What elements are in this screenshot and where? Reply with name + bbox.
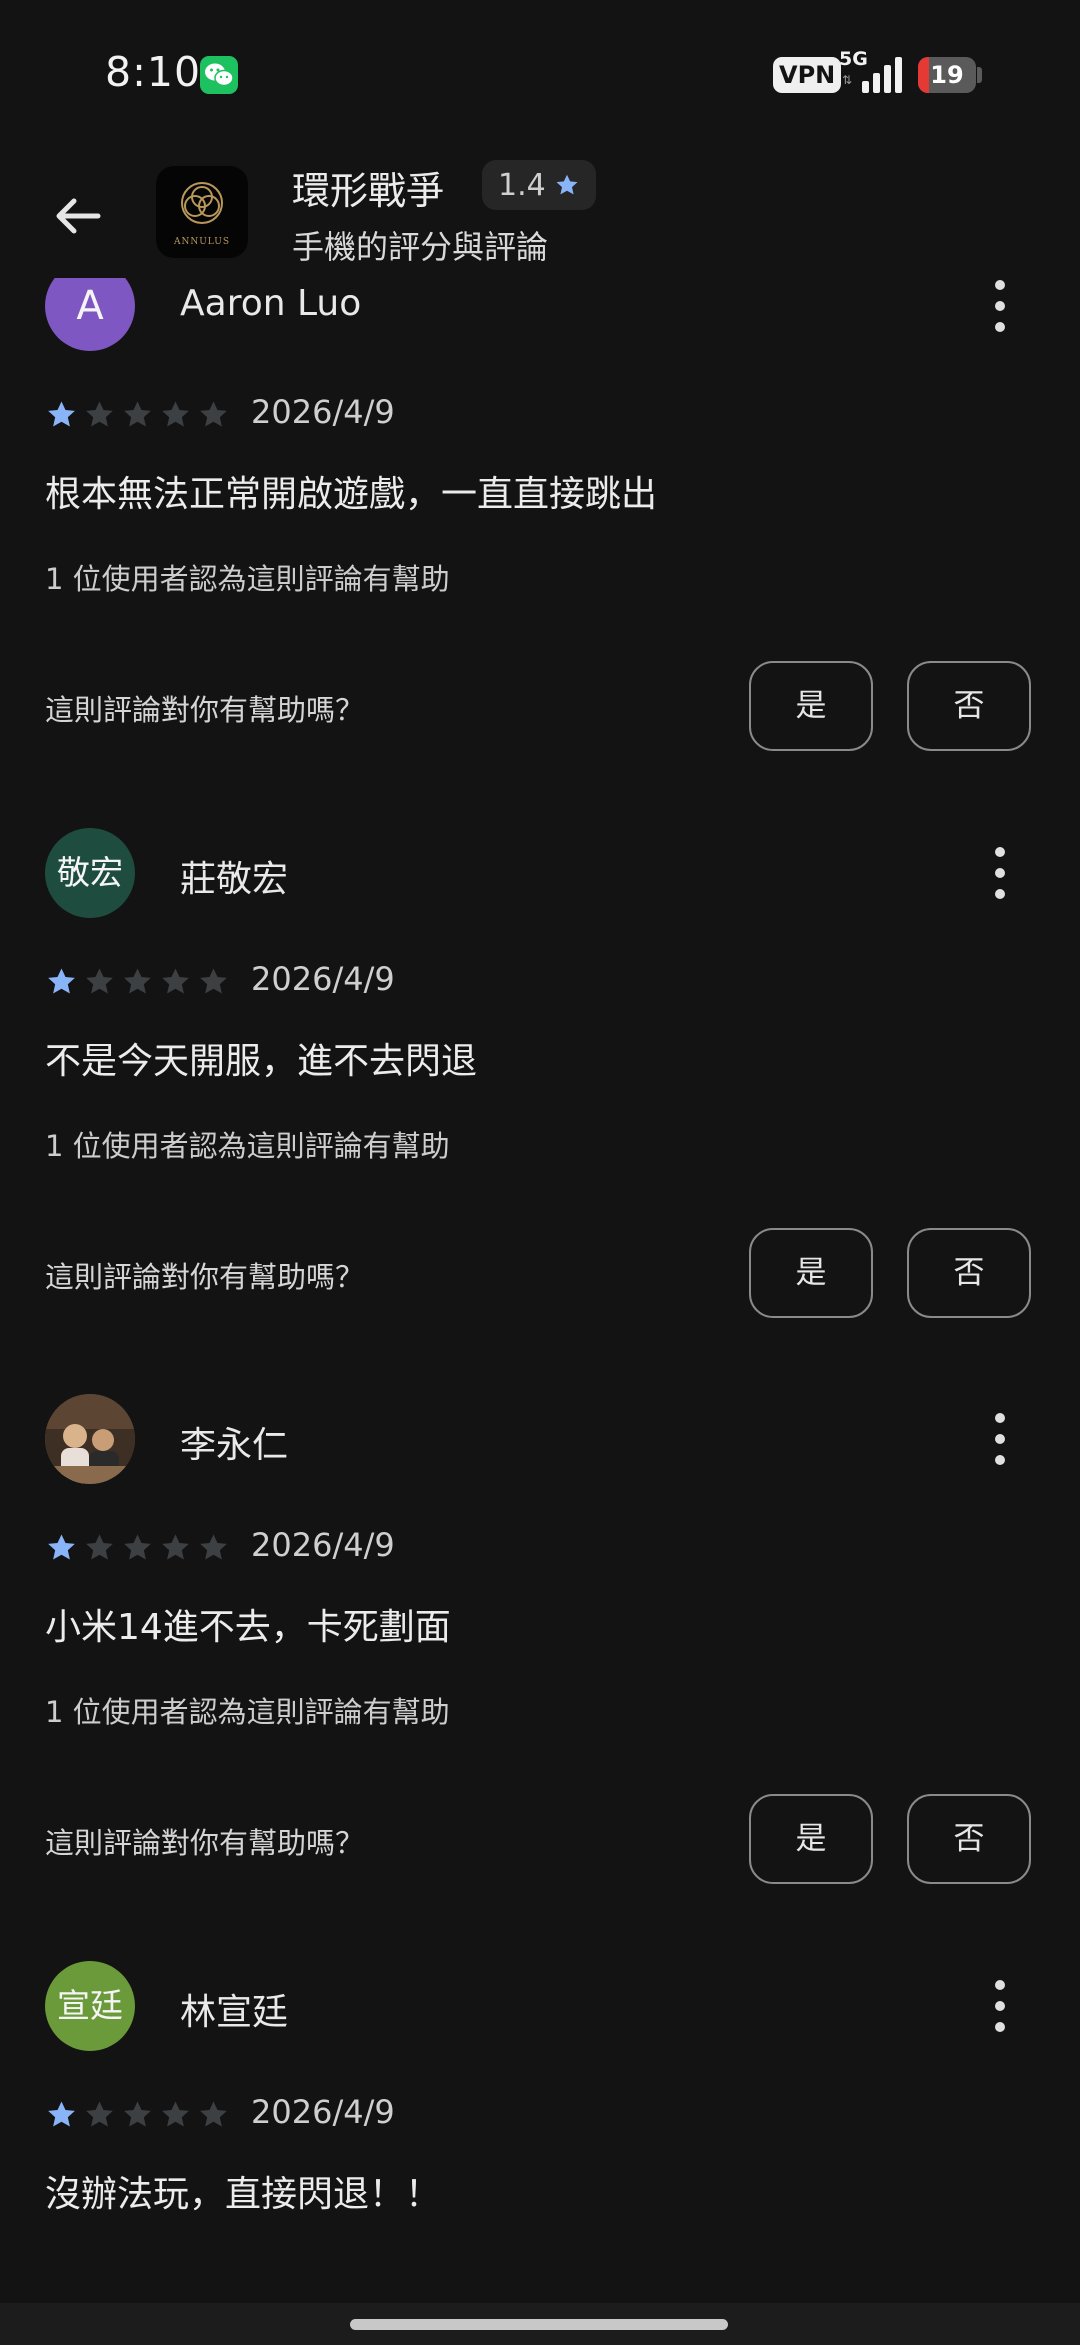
avatar: 敬宏 [45, 828, 135, 918]
avatar [45, 1394, 135, 1484]
home-gesture-handle[interactable] [350, 2319, 728, 2330]
star-rating [45, 398, 230, 431]
star-rating [45, 2098, 230, 2131]
helpful-no-button[interactable]: 否 [907, 1794, 1031, 1884]
app-header: ANNULUS 環形戰爭 1.4 手機的評分與評論 [0, 150, 1080, 278]
navigation-bar [0, 2303, 1080, 2345]
star-empty-icon [200, 968, 227, 994]
star-empty-icon [124, 401, 151, 427]
helpful-question: 這則評論對你有幫助嗎？ [45, 1260, 365, 1294]
star-empty-icon [162, 1534, 189, 1560]
star-empty-icon [162, 2101, 189, 2127]
star-empty-icon [124, 968, 151, 994]
helpful-no-button[interactable]: 否 [907, 1228, 1031, 1318]
star-rating [45, 965, 230, 998]
more-options-icon[interactable] [988, 843, 1012, 903]
app-icon: ANNULUS [156, 166, 248, 258]
author-name: Aaron Luo [180, 283, 362, 324]
review-text: 小米14進不去，卡死劃面 [45, 1607, 451, 1648]
status-bar: 8:10 VPN 5G ⇅ 19 [0, 0, 1080, 150]
helpful-count: 1 位使用者認為這則評論有幫助 [45, 562, 450, 596]
author-name: 林宣廷 [180, 1992, 289, 2033]
battery-tip [977, 67, 982, 83]
star-empty-icon [162, 968, 189, 994]
helpful-count: 1 位使用者認為這則評論有幫助 [45, 1129, 450, 1163]
app-icon-text: ANNULUS [173, 237, 230, 247]
review-text: 不是今天開服，進不去閃退 [45, 1041, 478, 1082]
star-empty-icon [162, 401, 189, 427]
star-empty-icon [86, 401, 113, 427]
review-text: 根本無法正常開啟遊戲，一直直接跳出 [45, 474, 658, 515]
author-name: 李永仁 [180, 1425, 289, 1466]
star-filled-icon [48, 401, 75, 427]
data-activity-icon: ⇅ [842, 73, 853, 87]
vpn-badge: VPN [773, 57, 842, 93]
star-rating [45, 1531, 230, 1564]
helpful-question: 這則評論對你有幫助嗎？ [45, 1826, 365, 1860]
wechat-icon [200, 56, 238, 94]
star-filled-icon [48, 968, 75, 994]
star-filled-icon [48, 1534, 75, 1560]
author-name: 莊敬宏 [180, 859, 289, 900]
battery-level: 19 [930, 61, 964, 89]
review-text: 沒辦法玩，直接閃退！！ [45, 2174, 442, 2215]
star-empty-icon [200, 401, 227, 427]
back-arrow-icon[interactable] [48, 186, 108, 246]
helpful-question: 這則評論對你有幫助嗎？ [45, 693, 365, 727]
star-icon [556, 174, 578, 195]
app-name: 環形戰爭 [292, 169, 445, 213]
helpful-yes-button[interactable]: 是 [749, 1794, 873, 1884]
helpful-count: 1 位使用者認為這則評論有幫助 [45, 1695, 450, 1729]
star-empty-icon [86, 2101, 113, 2127]
star-empty-icon [124, 2101, 151, 2127]
helpful-yes-button[interactable]: 是 [749, 661, 873, 751]
screen: A Aaron Luo 2026/4/9 根本無法正常開啟遊戲，一直直接跳出 1 位使… [0, 0, 1080, 2345]
star-filled-icon [48, 2101, 75, 2127]
star-empty-icon [200, 2101, 227, 2127]
header-subtitle: 手機的評分與評論 [292, 228, 549, 266]
more-options-icon[interactable] [988, 1976, 1012, 2036]
battery-icon: 19 [918, 57, 976, 93]
star-empty-icon [124, 1534, 151, 1560]
rating-value: 1.4 [498, 167, 546, 203]
status-time: 8:10 [105, 48, 202, 96]
more-options-icon[interactable] [988, 1409, 1012, 1469]
review-date: 2026/4/9 [251, 960, 395, 998]
helpful-no-button[interactable]: 否 [907, 661, 1031, 751]
review-date: 2026/4/9 [251, 393, 395, 431]
review-date: 2026/4/9 [251, 2093, 395, 2131]
rating-chip: 1.4 [482, 160, 596, 210]
signal-icon [862, 55, 902, 93]
star-empty-icon [86, 1534, 113, 1560]
review-date: 2026/4/9 [251, 1526, 395, 1564]
star-empty-icon [200, 1534, 227, 1560]
helpful-yes-button[interactable]: 是 [749, 1228, 873, 1318]
star-empty-icon [86, 968, 113, 994]
more-options-icon[interactable] [988, 276, 1012, 336]
avatar: 宣廷 [45, 1961, 135, 2051]
